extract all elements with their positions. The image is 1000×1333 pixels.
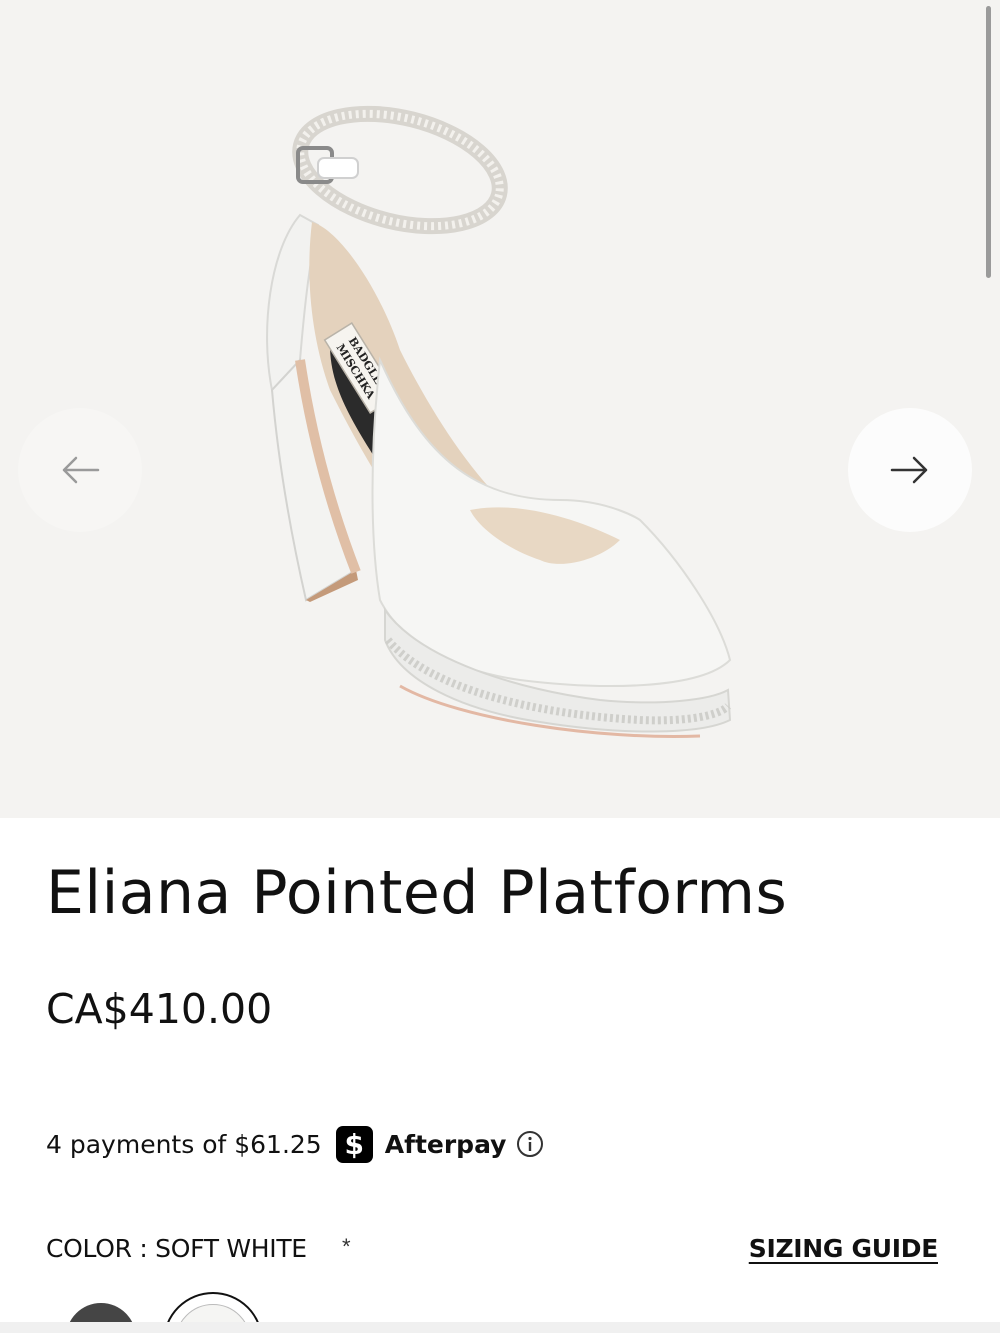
afterpay-name: Afterpay — [384, 1129, 507, 1159]
scroll-indicator[interactable] — [986, 6, 991, 278]
info-icon[interactable] — [516, 1130, 544, 1158]
previous-image-button[interactable] — [18, 408, 142, 532]
installment-info: 4 payments of $61.25 $ Afterpay — [46, 1124, 544, 1164]
selected-color-label: COLOR : SOFT WHITE — [46, 1234, 307, 1263]
required-mark: * — [342, 1234, 351, 1259]
bottom-edge — [0, 1322, 1000, 1333]
afterpay-logo-icon: $ — [335, 1125, 373, 1163]
installment-text: 4 payments of $61.25 — [46, 1129, 322, 1159]
product-image: BADGLEY MISCHKA — [266, 105, 732, 738]
arrow-right-icon — [890, 456, 928, 484]
sizing-guide-link[interactable]: SIZING GUIDE — [749, 1234, 939, 1263]
product-price: CA$410.00 — [46, 985, 273, 1033]
arrow-left-icon — [62, 456, 100, 484]
product-title: Eliana Pointed Platforms — [46, 858, 788, 928]
product-image-gallery[interactable]: BADGLEY MISCHKA — [0, 0, 1000, 818]
next-image-button[interactable] — [848, 408, 972, 532]
